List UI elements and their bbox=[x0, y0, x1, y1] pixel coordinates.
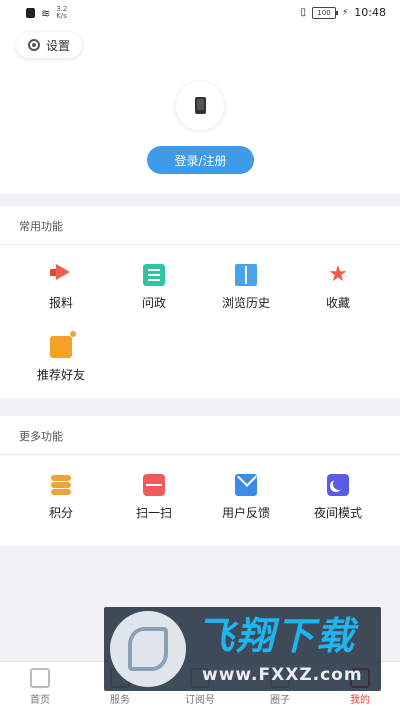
star-icon: ★ bbox=[328, 262, 348, 287]
login-register-button[interactable]: 登录/注册 bbox=[147, 146, 254, 174]
phone-icon bbox=[195, 97, 206, 114]
avatar[interactable] bbox=[176, 82, 224, 130]
charging-icon: ⚡ bbox=[341, 7, 349, 18]
wifi-icon: ≋ bbox=[41, 6, 51, 20]
divider bbox=[0, 454, 400, 455]
clock: 10:48 bbox=[354, 6, 386, 19]
watermark-logo bbox=[110, 611, 186, 687]
recommend-friends-item[interactable]: 推荐好友 bbox=[21, 331, 101, 383]
item-label: 收藏 bbox=[325, 296, 350, 310]
item-label: 夜间模式 bbox=[313, 506, 362, 520]
notification-icon bbox=[26, 8, 35, 18]
status-right: ▯ 100 ⚡ 10:48 bbox=[300, 6, 386, 19]
list-icon bbox=[143, 264, 165, 286]
mail-icon bbox=[235, 474, 257, 496]
tab-label: 订阅号 bbox=[185, 695, 215, 706]
coins-icon bbox=[50, 474, 72, 496]
profile-page: ≋ 3.2 K/s ▯ 100 ⚡ 10:48 设置 登录/注册 常用功能 报料 bbox=[0, 0, 400, 711]
tab-label: 服务 bbox=[110, 695, 130, 706]
status-bar: ≋ 3.2 K/s ▯ 100 ⚡ 10:48 bbox=[0, 0, 400, 26]
wenzheng-item[interactable]: 问政 bbox=[114, 264, 194, 311]
battery-icon: 100 bbox=[311, 6, 338, 19]
home-icon bbox=[30, 668, 50, 688]
item-label: 扫一扫 bbox=[135, 506, 172, 520]
thumbs-up-icon bbox=[50, 331, 76, 358]
book-icon bbox=[235, 264, 257, 286]
divider bbox=[0, 244, 400, 245]
common-functions-section: 常用功能 报料 问政 浏览历史 ★ 收藏 推荐好友 bbox=[0, 206, 400, 398]
night-mode-item[interactable]: 夜间模式 bbox=[298, 474, 378, 521]
gear-icon bbox=[28, 39, 40, 51]
settings-button[interactable]: 设置 bbox=[16, 32, 83, 58]
more-functions-section: 更多功能 积分 扫一扫 用户反馈 夜间模式 bbox=[0, 416, 400, 546]
megaphone-icon bbox=[50, 264, 72, 286]
watermark: 飞翔下载 www.FXXZ.com bbox=[104, 607, 381, 691]
vibrate-icon: ▯ bbox=[300, 7, 306, 18]
profile-header: 设置 登录/注册 bbox=[0, 26, 400, 194]
tab-label: 首页 bbox=[30, 695, 50, 706]
tab-home[interactable]: 首页 bbox=[0, 662, 80, 711]
watermark-url: www.FXXZ.com bbox=[202, 665, 363, 685]
item-label: 用户反馈 bbox=[221, 506, 270, 520]
item-label: 浏览历史 bbox=[221, 296, 270, 310]
scan-icon bbox=[143, 474, 165, 496]
baoliao-item[interactable]: 报料 bbox=[21, 264, 101, 311]
favorites-item[interactable]: ★ 收藏 bbox=[298, 264, 378, 311]
section-title: 更多功能 bbox=[19, 430, 63, 443]
item-label: 问政 bbox=[141, 296, 166, 310]
network-speed: 3.2 K/s bbox=[56, 5, 68, 20]
feedback-item[interactable]: 用户反馈 bbox=[206, 474, 286, 521]
tab-label: 圈子 bbox=[270, 695, 290, 706]
section-title: 常用功能 bbox=[19, 220, 63, 233]
points-item[interactable]: 积分 bbox=[21, 474, 101, 521]
settings-label: 设置 bbox=[46, 38, 71, 53]
scan-item[interactable]: 扫一扫 bbox=[114, 474, 194, 521]
tab-label: 我的 bbox=[350, 695, 370, 706]
watermark-brand: 飞翔下载 bbox=[196, 614, 357, 658]
moon-icon bbox=[327, 474, 349, 496]
item-label: 积分 bbox=[48, 506, 73, 520]
history-item[interactable]: 浏览历史 bbox=[206, 264, 286, 311]
status-left: ≋ 3.2 K/s bbox=[26, 6, 67, 20]
item-label: 报料 bbox=[48, 296, 73, 310]
item-label: 推荐好友 bbox=[36, 368, 85, 382]
